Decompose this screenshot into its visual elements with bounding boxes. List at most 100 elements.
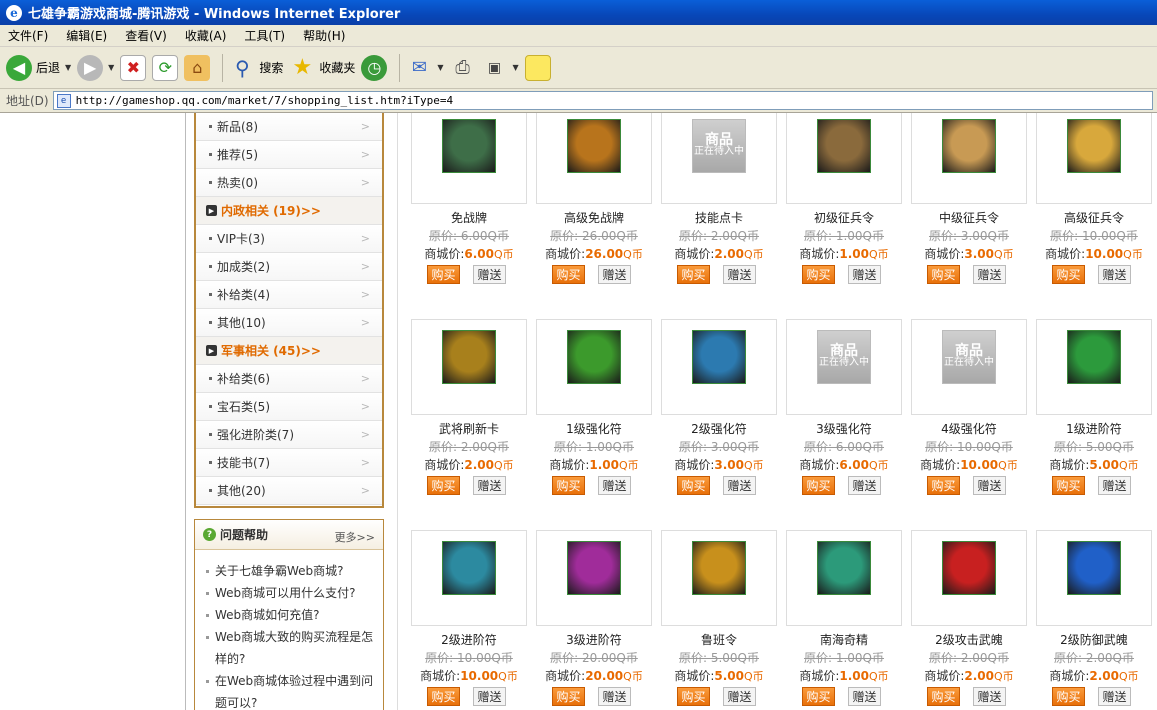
edit-button[interactable]: ▣ ▼ bbox=[482, 51, 519, 85]
dropdown-arrow-icon[interactable]: ▼ bbox=[65, 63, 71, 72]
category-hot[interactable]: 热卖(0) > bbox=[196, 169, 382, 197]
gift-button[interactable]: 赠送 bbox=[723, 476, 756, 495]
product-name[interactable]: 南海奇精 bbox=[786, 631, 902, 648]
category-supply[interactable]: 补给类(4) > bbox=[196, 281, 382, 309]
buy-button[interactable]: 购买 bbox=[1052, 687, 1085, 706]
gift-button[interactable]: 赠送 bbox=[973, 687, 1006, 706]
search-button[interactable]: ⚲ 搜索 bbox=[229, 51, 283, 85]
buy-button[interactable]: 购买 bbox=[802, 687, 835, 706]
buy-button[interactable]: 购买 bbox=[552, 265, 585, 284]
back-button[interactable]: ◀ 后退 ▼ bbox=[6, 51, 71, 85]
product-image-frame[interactable] bbox=[411, 113, 527, 204]
product-name[interactable]: 4级强化符 bbox=[911, 420, 1027, 437]
product-image-frame[interactable] bbox=[1036, 530, 1152, 626]
product-name[interactable]: 2级防御武魄 bbox=[1036, 631, 1152, 648]
buy-button[interactable]: 购买 bbox=[1052, 476, 1085, 495]
category-skillbook[interactable]: 技能书(7) > bbox=[196, 449, 382, 477]
category-group-neizheng[interactable]: ▶ 内政相关 (19)>> bbox=[196, 197, 382, 225]
product-image-frame[interactable] bbox=[411, 319, 527, 415]
gift-button[interactable]: 赠送 bbox=[598, 265, 631, 284]
help-link[interactable]: 在Web商城体验过程中遇到问题可以? bbox=[205, 670, 381, 710]
help-link[interactable]: Web商城如何充值? bbox=[205, 604, 381, 626]
product-name[interactable]: 中级征兵令 bbox=[911, 209, 1027, 226]
product-image-frame[interactable] bbox=[536, 530, 652, 626]
product-name[interactable]: 鲁班令 bbox=[661, 631, 777, 648]
gift-button[interactable]: 赠送 bbox=[598, 476, 631, 495]
gift-button[interactable]: 赠送 bbox=[1098, 265, 1131, 284]
category-bonus[interactable]: 加成类(2) > bbox=[196, 253, 382, 281]
product-image-frame[interactable] bbox=[786, 113, 902, 204]
gift-button[interactable]: 赠送 bbox=[1098, 687, 1131, 706]
buy-button[interactable]: 购买 bbox=[552, 476, 585, 495]
product-image-frame[interactable] bbox=[536, 113, 652, 204]
help-link[interactable]: Web商城可以用什么支付? bbox=[205, 582, 381, 604]
mail-button[interactable]: ✉ ▼ bbox=[406, 51, 444, 85]
dropdown-arrow-icon[interactable]: ▼ bbox=[108, 63, 114, 72]
product-image-frame[interactable] bbox=[536, 319, 652, 415]
gift-button[interactable]: 赠送 bbox=[848, 265, 881, 284]
gift-button[interactable]: 赠送 bbox=[473, 265, 506, 284]
gift-button[interactable]: 赠送 bbox=[848, 476, 881, 495]
dropdown-arrow-icon[interactable]: ▼ bbox=[513, 63, 519, 72]
product-image-frame[interactable] bbox=[911, 530, 1027, 626]
menu-tools[interactable]: 工具(T) bbox=[244, 27, 285, 44]
product-name[interactable]: 3级强化符 bbox=[786, 420, 902, 437]
gift-button[interactable]: 赠送 bbox=[1098, 476, 1131, 495]
menu-edit[interactable]: 编辑(E) bbox=[66, 27, 107, 44]
product-name[interactable]: 2级强化符 bbox=[661, 420, 777, 437]
buy-button[interactable]: 购买 bbox=[927, 476, 960, 495]
buy-button[interactable]: 购买 bbox=[927, 265, 960, 284]
gift-button[interactable]: 赠送 bbox=[973, 265, 1006, 284]
note-button[interactable] bbox=[524, 51, 551, 85]
product-image-frame[interactable] bbox=[661, 530, 777, 626]
menu-favorites[interactable]: 收藏(A) bbox=[185, 27, 227, 44]
product-name[interactable]: 2级进阶符 bbox=[411, 631, 527, 648]
menu-help[interactable]: 帮助(H) bbox=[303, 27, 345, 44]
buy-button[interactable]: 购买 bbox=[677, 687, 710, 706]
gift-button[interactable]: 赠送 bbox=[473, 476, 506, 495]
category-group-junshi[interactable]: ▶ 军事相关 (45)>> bbox=[196, 337, 382, 365]
product-name[interactable]: 高级征兵令 bbox=[1036, 209, 1152, 226]
print-button[interactable]: ⎙ bbox=[450, 51, 476, 85]
buy-button[interactable]: 购买 bbox=[427, 265, 460, 284]
category-military-other[interactable]: 其他(20) > bbox=[196, 477, 382, 505]
gift-button[interactable]: 赠送 bbox=[473, 687, 506, 706]
category-recommended[interactable]: 推荐(5) > bbox=[196, 141, 382, 169]
help-more-link[interactable]: 更多>> bbox=[335, 529, 375, 545]
forward-button[interactable]: ▶ ▼ bbox=[77, 51, 114, 85]
product-name[interactable]: 初级征兵令 bbox=[786, 209, 902, 226]
category-vip[interactable]: VIP卡(3) > bbox=[196, 225, 382, 253]
gift-button[interactable]: 赠送 bbox=[723, 687, 756, 706]
product-image-frame[interactable] bbox=[911, 113, 1027, 204]
buy-button[interactable]: 购买 bbox=[677, 476, 710, 495]
product-name[interactable]: 技能点卡 bbox=[661, 209, 777, 226]
refresh-button[interactable]: ⟳ bbox=[152, 51, 179, 85]
product-image-frame[interactable] bbox=[1036, 319, 1152, 415]
product-name[interactable]: 2级攻击武魄 bbox=[911, 631, 1027, 648]
product-name[interactable]: 免战牌 bbox=[411, 209, 527, 226]
product-image-frame[interactable] bbox=[411, 530, 527, 626]
product-image-frame[interactable]: 商品 正在待入中 bbox=[911, 319, 1027, 415]
category-military-supply[interactable]: 补给类(6) > bbox=[196, 365, 382, 393]
buy-button[interactable]: 购买 bbox=[802, 476, 835, 495]
menu-view[interactable]: 查看(V) bbox=[125, 27, 167, 44]
gift-button[interactable]: 赠送 bbox=[598, 687, 631, 706]
help-link[interactable]: 关于七雄争霸Web商城? bbox=[205, 560, 381, 582]
product-image-frame[interactable] bbox=[661, 319, 777, 415]
product-name[interactable]: 高级免战牌 bbox=[536, 209, 652, 226]
product-image-frame[interactable]: 商品 正在待入中 bbox=[786, 319, 902, 415]
gift-button[interactable]: 赠送 bbox=[723, 265, 756, 284]
dropdown-arrow-icon[interactable]: ▼ bbox=[437, 63, 443, 72]
category-enhance[interactable]: 强化进阶类(7) > bbox=[196, 421, 382, 449]
buy-button[interactable]: 购买 bbox=[802, 265, 835, 284]
category-gems[interactable]: 宝石类(5) > bbox=[196, 393, 382, 421]
product-image-frame[interactable] bbox=[1036, 113, 1152, 204]
product-name[interactable]: 武将刷新卡 bbox=[411, 420, 527, 437]
buy-button[interactable]: 购买 bbox=[927, 687, 960, 706]
buy-button[interactable]: 购买 bbox=[427, 476, 460, 495]
stop-button[interactable]: ✖ bbox=[120, 51, 147, 85]
product-name[interactable]: 1级强化符 bbox=[536, 420, 652, 437]
help-link[interactable]: Web商城大致的购买流程是怎样的? bbox=[205, 626, 381, 670]
home-button[interactable]: ⌂ bbox=[184, 51, 211, 85]
buy-button[interactable]: 购买 bbox=[552, 687, 585, 706]
